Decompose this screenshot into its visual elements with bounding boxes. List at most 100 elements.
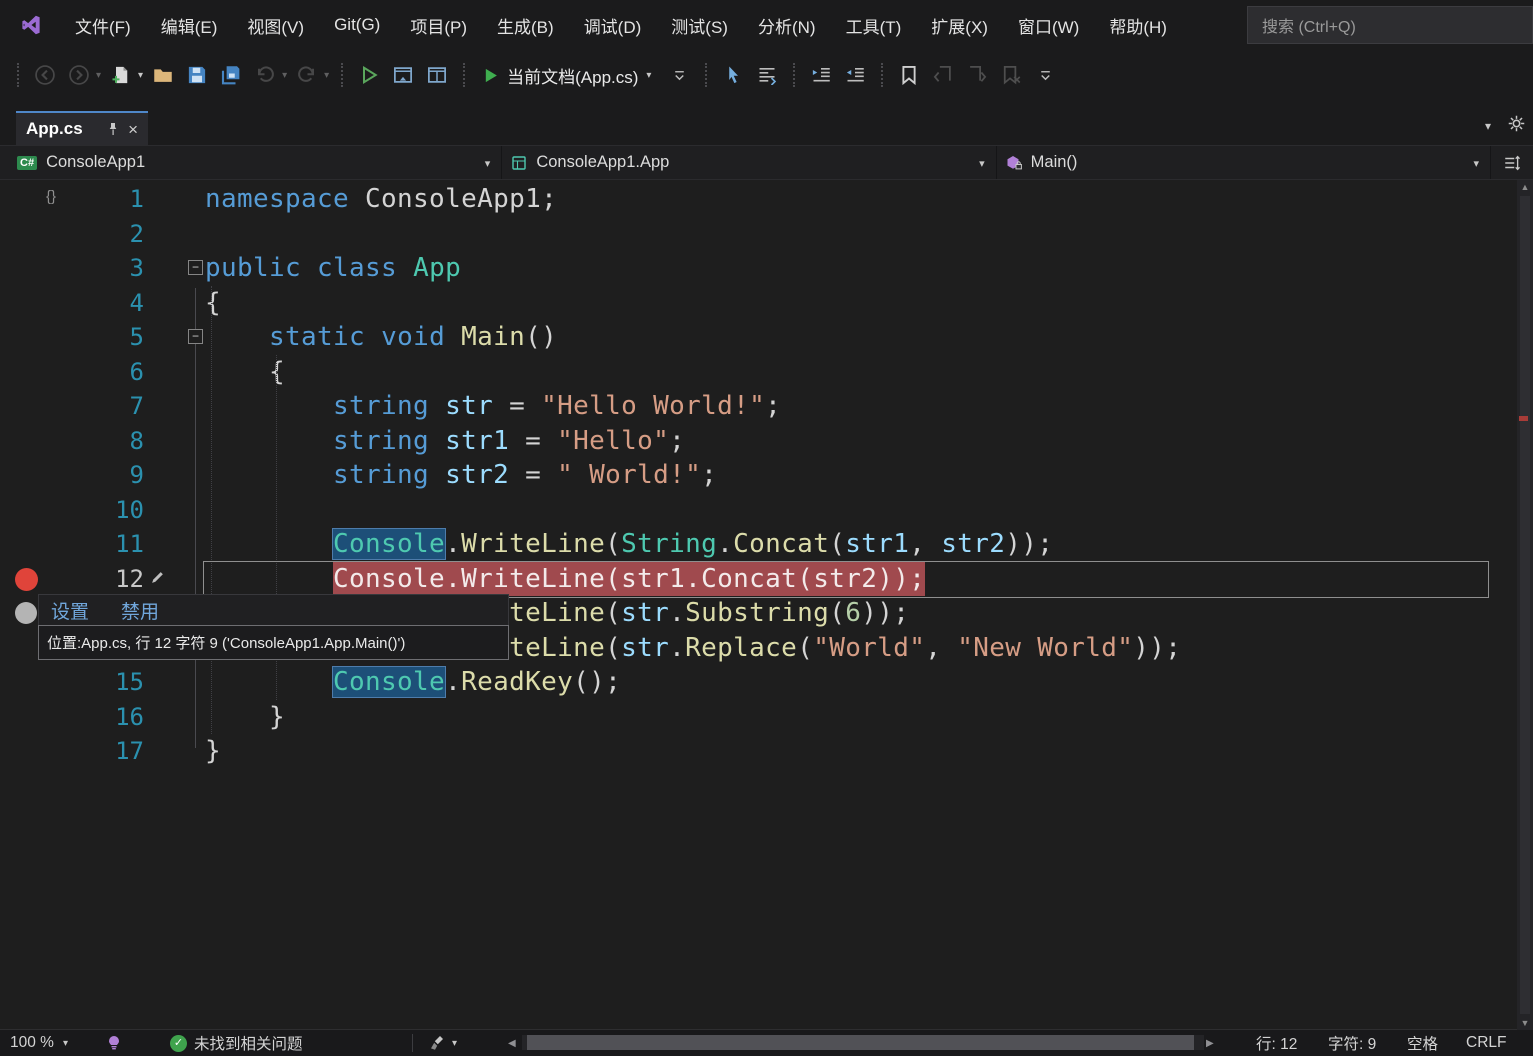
undo-icon[interactable] [250,60,280,90]
save-icon[interactable] [182,60,212,90]
code-tokens: Console.ReadKey(); [333,665,621,700]
code-line-3[interactable]: 3 −public class App [0,251,1517,286]
code-line-2[interactable]: 2 [0,217,1517,252]
outdent-icon[interactable] [840,60,870,90]
redo-icon[interactable] [292,60,322,90]
status-column[interactable]: 字符: 9 [1328,1030,1376,1056]
menu-item-9[interactable]: 工具(T) [831,0,917,50]
toggle-bookmark-icon[interactable] [894,60,924,90]
menu-item-7[interactable]: 测试(S) [656,0,743,50]
code-editor[interactable]: {} 1namespace ConsoleApp1;23−public clas… [0,180,1533,1030]
line-number: 3 [44,251,144,286]
code-tokens: Console.WriteLine(str1.Concat(str2)); [333,562,925,597]
code-tokens: } [269,700,285,735]
line-number: 11 [44,527,144,562]
live-preview-icon[interactable] [388,60,418,90]
problems-status[interactable]: 未找到相关问题 [194,1030,303,1056]
start-without-debugging-icon[interactable] [354,60,384,90]
hscroll-right-icon[interactable]: ▶ [1206,1030,1214,1056]
code-line-12[interactable]: 12 Console.WriteLine(str1.Concat(str2)); [0,562,1517,597]
code-line-6[interactable]: 6 { [0,355,1517,390]
previous-bookmark-icon[interactable] [928,60,958,90]
chevron-down-icon: ▾ [63,1038,68,1049]
code-line-8[interactable]: 8 string str1 = "Hello"; [0,424,1517,459]
indent-icon[interactable] [806,60,836,90]
nav-member-dropdown[interactable]: Main() ▾ [997,146,1491,179]
breakpoint-settings-link[interactable]: 设置 [51,597,89,624]
toolbar-overflow-icon[interactable] [664,60,694,90]
code-cleanup-button[interactable]: ▾ [430,1030,460,1056]
navigate-forward-icon[interactable] [64,60,94,90]
horizontal-scrollbar[interactable] [506,1030,1220,1056]
close-icon[interactable]: × [128,121,138,138]
nav-type-dropdown[interactable]: ConsoleApp1.App ▾ [502,146,996,179]
status-line[interactable]: 行: 12 [1256,1030,1297,1056]
collapse-region-icon[interactable]: − [188,260,203,275]
scroll-down-icon[interactable]: ▼ [1517,1018,1533,1028]
menu-item-2[interactable]: 视图(V) [232,0,319,50]
line-number: 2 [44,217,144,252]
code-indent [205,527,333,562]
code-line-1[interactable]: 1namespace ConsoleApp1; [0,182,1517,217]
save-all-icon[interactable] [216,60,246,90]
tab-list-chevron-icon[interactable]: ▾ [1485,119,1491,133]
line-number: 5 [44,320,144,355]
scroll-up-icon[interactable]: ▲ [1517,182,1533,192]
pointer-mode-icon[interactable] [718,60,748,90]
run-target-button[interactable]: 当前文档(App.cs)▾ [474,60,662,91]
vs-logo-icon[interactable] [20,14,42,36]
breakpoint-popup: 设置 禁用 位置:App.cs, 行 12 字符 9 ('ConsoleApp1… [38,594,509,660]
code-line-10[interactable]: 10 [0,493,1517,528]
horizontal-scrollbar-thumb[interactable] [527,1035,1194,1050]
vertical-scrollbar-thumb[interactable] [1520,196,1530,1014]
nav-project-dropdown[interactable]: C# ConsoleApp1 ▾ [0,146,502,179]
clear-bookmarks-icon[interactable] [996,60,1026,90]
breakpoint-location-tooltip: 位置:App.cs, 行 12 字符 9 ('ConsoleApp1.App.M… [38,625,509,660]
bookmark-overflow-icon[interactable] [1030,60,1060,90]
zoom-selector[interactable]: 100 % ▾ [10,1030,71,1056]
browser-window-icon[interactable] [422,60,452,90]
pin-icon[interactable] [107,122,119,136]
navigate-back-icon[interactable] [30,60,60,90]
menu-item-8[interactable]: 分析(N) [743,0,831,50]
check-icon[interactable]: ✓ [170,1030,187,1056]
code-line-15[interactable]: 15 Console.ReadKey(); [0,665,1517,700]
menu-item-6[interactable]: 调试(D) [569,0,657,50]
menu-item-1[interactable]: 编辑(E) [146,0,233,50]
code-line-7[interactable]: 7 string str = "Hello World!"; [0,389,1517,424]
new-project-icon[interactable] [106,60,136,90]
collapse-region-icon[interactable]: − [188,329,203,344]
editor-split-icon[interactable] [1491,146,1533,179]
selection-lines-icon[interactable] [752,60,782,90]
code-line-16[interactable]: 16 } [0,700,1517,735]
line-number: 1 [44,182,144,217]
quick-search-box[interactable]: 搜索 (Ctrl+Q) [1247,6,1533,44]
code-line-11[interactable]: 11 Console.WriteLine(String.Concat(str1,… [0,527,1517,562]
menu-item-4[interactable]: 项目(P) [395,0,482,50]
menu-item-3[interactable]: Git(G) [319,0,395,50]
menu-item-10[interactable]: 扩展(X) [916,0,1003,50]
breakpoint-icon[interactable] [15,568,38,591]
menu-item-0[interactable]: 文件(F) [60,0,146,50]
status-eol[interactable]: CRLF [1466,1030,1506,1056]
code-line-4[interactable]: 4{ [0,286,1517,321]
code-line-5[interactable]: 5− static void Main() [0,320,1517,355]
code-line-9[interactable]: 9 string str2 = " World!"; [0,458,1517,493]
breakpoint-disable-link[interactable]: 禁用 [121,597,159,624]
intellicode-icon[interactable] [106,1030,122,1056]
main-menu: 文件(F)编辑(E)视图(V)Git(G)项目(P)生成(B)调试(D)测试(S… [60,0,1182,50]
menu-item-5[interactable]: 生成(B) [482,0,569,50]
code-tokens: string str1 = "Hello"; [333,424,685,459]
code-line-17[interactable]: 17} [0,734,1517,769]
next-bookmark-icon[interactable] [962,60,992,90]
open-file-icon[interactable] [148,60,178,90]
breakpoint-ghost-icon[interactable] [15,602,37,624]
menu-item-12[interactable]: 帮助(H) [1094,0,1182,50]
status-spaces[interactable]: 空格 [1407,1030,1438,1056]
gear-icon[interactable] [1508,115,1525,132]
tab-app-cs[interactable]: App.cs × [16,111,148,145]
menu-item-11[interactable]: 窗口(W) [1003,0,1094,50]
horizontal-scrollbar-track[interactable] [522,1035,1204,1050]
code-tokens: public class App [205,251,461,286]
vertical-scrollbar[interactable]: ▲ ▼ [1517,180,1533,1030]
